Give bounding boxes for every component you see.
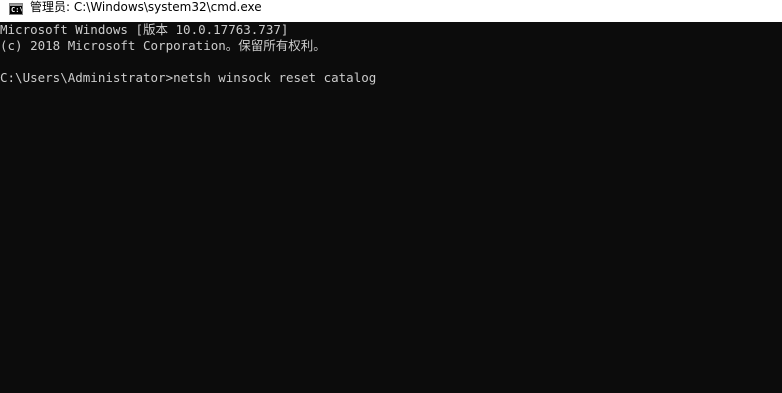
console-line-copyright: (c) 2018 Microsoft Corporation。保留所有权利。 [0, 38, 326, 53]
title-bar[interactable]: C:\ 管理员: C:\Windows\system32\cmd.exe [0, 0, 782, 22]
icon-prompt-glyph: C:\ [11, 6, 23, 14]
cmd-console-icon[interactable]: C:\ [9, 3, 23, 15]
window-title: 管理员: C:\Windows\system32\cmd.exe [30, 0, 262, 14]
console-line-version: Microsoft Windows [版本 10.0.17763.737] [0, 22, 289, 37]
console-output[interactable]: Microsoft Windows [版本 10.0.17763.737] (c… [0, 22, 782, 393]
console-line-command: C:\Users\Administrator>netsh winsock res… [0, 70, 377, 85]
cmd-window: C:\ 管理员: C:\Windows\system32\cmd.exe Mic… [0, 0, 782, 393]
